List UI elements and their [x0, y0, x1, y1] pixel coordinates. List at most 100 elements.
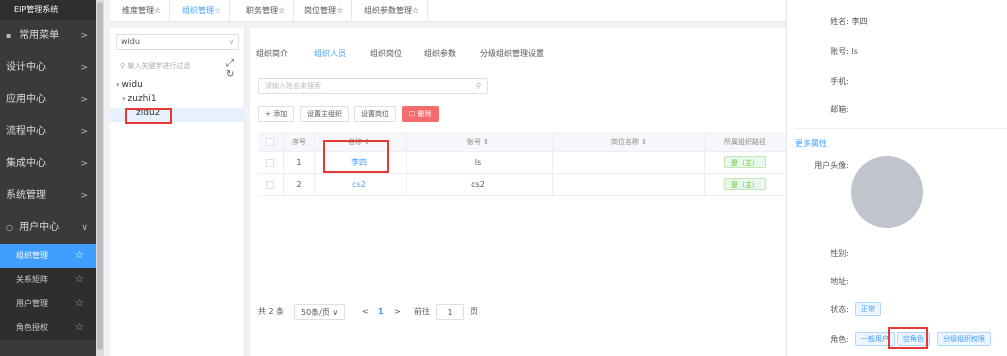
subtab-org-posts[interactable]: 组织岗位 [370, 44, 402, 64]
user-detail-panel: 姓名: 李四 账号: ls 手机: 邮箱: 更多属性 用户头像: 性别: 地址:… [786, 0, 1007, 356]
star-icon[interactable]: ☆ [75, 316, 84, 340]
col-account[interactable]: 账号 ⇕ [408, 132, 548, 152]
sidebar-scrollbar[interactable] [96, 0, 104, 356]
field-avatar: 用户头像: [797, 160, 849, 171]
chevron-right-icon: > [80, 31, 88, 41]
cell-account: ls [474, 158, 482, 167]
subtab-grade-settings[interactable]: 分级组织管理设置 [480, 44, 544, 64]
main-org-tag: 是（主） [724, 156, 766, 168]
cell-index: 2 [296, 180, 302, 189]
cell-org-path: 是（主） [704, 152, 786, 174]
tab-org-params[interactable]: 组织参数管理☆ [356, 0, 429, 22]
col-index: 序号 [292, 138, 306, 146]
field-email: 邮箱: [797, 104, 849, 115]
star-icon[interactable]: ☆ [75, 268, 84, 292]
header-checkbox[interactable] [258, 132, 282, 152]
user-icon: ○ [6, 223, 13, 232]
main-org-tag: 是（主） [724, 178, 766, 190]
tree-tools: ⤢ ↻ [226, 58, 244, 80]
page-size-select[interactable]: 50条/页 ∨ [294, 304, 346, 320]
account-label: 账号: [830, 47, 849, 56]
tab-post[interactable]: 岗位管理☆ [296, 0, 353, 22]
menu-integration[interactable]: 集成中心 > [0, 148, 96, 180]
sub-item-label: 组织管理 [16, 251, 48, 260]
prev-page-button[interactable]: < [362, 304, 369, 320]
role-tag[interactable]: 分级组织权限 [937, 332, 991, 346]
sidebar: EIP管理系统 ▪ 常用菜单 > 设计中心 > 应用中心 > 流程中心 > 集成中心 > … [0, 0, 96, 356]
cell-index: 1 [296, 158, 302, 167]
set-main-org-button[interactable]: 设置主组织 [300, 106, 349, 122]
tab-org[interactable]: 组织管理☆ [174, 0, 231, 22]
star-icon[interactable]: ☆ [75, 244, 84, 268]
menu-app[interactable]: 应用中心 > [0, 84, 96, 116]
sidebar-item-user-manage[interactable]: 用户管理 ☆ [0, 292, 96, 316]
subtab-org-params[interactable]: 组织参数 [424, 44, 456, 64]
caret-down-icon: ▾ [116, 81, 120, 89]
page-unit: 页 [470, 307, 478, 316]
star-icon[interactable]: ☆ [75, 292, 84, 316]
delete-button[interactable]: ☐ 删除 [402, 106, 439, 122]
divider [795, 128, 1007, 129]
set-post-button[interactable]: 设置岗位 [354, 106, 396, 122]
chevron-right-icon: > [80, 159, 88, 169]
menu-grid-icon: ▪ [6, 31, 12, 40]
tree-node[interactable]: ▾ zuzhi1 [122, 94, 157, 104]
tree-node[interactable]: ▾ widu [116, 80, 143, 90]
tree-filter-input[interactable]: ⚲ 输入关键字进行过滤 [116, 58, 224, 74]
menu-label: 系统管理 [6, 190, 46, 201]
scrollbar-thumb[interactable] [97, 2, 103, 350]
org-tree-panel: widu ∨ ⚲ 输入关键字进行过滤 ⤢ ↻ ▾ widu ▾ zuzhi1 zidu… [110, 28, 245, 356]
sub-item-label: 用户管理 [16, 299, 48, 308]
avatar [851, 156, 923, 228]
highlight-box [125, 108, 172, 124]
dimension-select[interactable]: widu ∨ [116, 34, 239, 50]
field-gender: 性别: [797, 248, 849, 259]
more-attributes-link[interactable]: 更多属性 [795, 138, 827, 149]
current-page[interactable]: 1 [378, 304, 384, 320]
goto-page-input[interactable]: 1 [436, 304, 464, 320]
cell-name-link[interactable]: cs2 [314, 174, 404, 196]
add-button[interactable]: + 添加 [258, 106, 295, 122]
subtab-org-members[interactable]: 组织人员 [314, 44, 346, 64]
col-post[interactable]: 岗位名称 ⇕ [554, 132, 704, 152]
sidebar-item-org-manage[interactable]: 组织管理 ☆ [0, 244, 96, 268]
brand-title: EIP管理系统 [0, 0, 96, 20]
email-label: 邮箱: [830, 105, 849, 114]
name-label: 姓名: [830, 17, 849, 26]
filter-placeholder: 输入关键字进行过滤 [127, 62, 191, 70]
menu-design[interactable]: 设计中心 > [0, 52, 96, 84]
subtab-org-intro[interactable]: 组织简介 [256, 44, 288, 64]
caret-down-icon: ▾ [122, 95, 126, 103]
select-value: widu [121, 37, 140, 46]
status-label: 状态: [830, 305, 849, 314]
menu-user-center[interactable]: ○ 用户中心 ∨ [0, 212, 96, 244]
tab-job[interactable]: 职务管理☆ [238, 0, 295, 22]
sidebar-item-role-auth[interactable]: 角色授权 ☆ [0, 316, 96, 340]
address-label: 地址: [830, 277, 849, 286]
sub-item-label: 角色授权 [16, 323, 48, 332]
chevron-down-icon: ∨ [81, 223, 88, 233]
checkbox[interactable] [266, 180, 274, 189]
next-page-button[interactable]: > [394, 304, 401, 320]
menu-flow[interactable]: 流程中心 > [0, 116, 96, 148]
tab-dimension[interactable]: 维度管理☆ [114, 0, 171, 22]
name-search-input[interactable]: 请输入姓名来搜索 ⚲ [258, 78, 488, 94]
row-checkbox[interactable] [258, 174, 282, 196]
cell-account: cs2 [471, 180, 485, 189]
sidebar-item-relation-matrix[interactable]: 关系矩阵 ☆ [0, 268, 96, 292]
refresh-icon[interactable]: ↻ [226, 69, 234, 80]
top-tab-bar: 维度管理☆ 组织管理☆ 职务管理☆ 岗位管理☆ 组织参数管理☆ [110, 0, 786, 22]
tree-node-label: widu [121, 80, 143, 90]
checkbox[interactable] [266, 158, 274, 167]
menu-system[interactable]: 系统管理 > [0, 180, 96, 212]
expand-icon[interactable]: ⤢ [226, 58, 234, 69]
menu-label: 用户中心 [19, 222, 60, 233]
column-divider [406, 132, 407, 196]
row-checkbox[interactable] [258, 152, 282, 174]
search-icon[interactable]: ⚲ [476, 79, 481, 93]
field-phone: 手机: [797, 76, 849, 87]
checkbox[interactable] [266, 138, 274, 146]
chevron-right-icon: > [80, 95, 88, 105]
table-row[interactable]: 2 cs2 cs2 是（主） [258, 174, 786, 196]
menu-common[interactable]: ▪ 常用菜单 > [0, 20, 96, 52]
